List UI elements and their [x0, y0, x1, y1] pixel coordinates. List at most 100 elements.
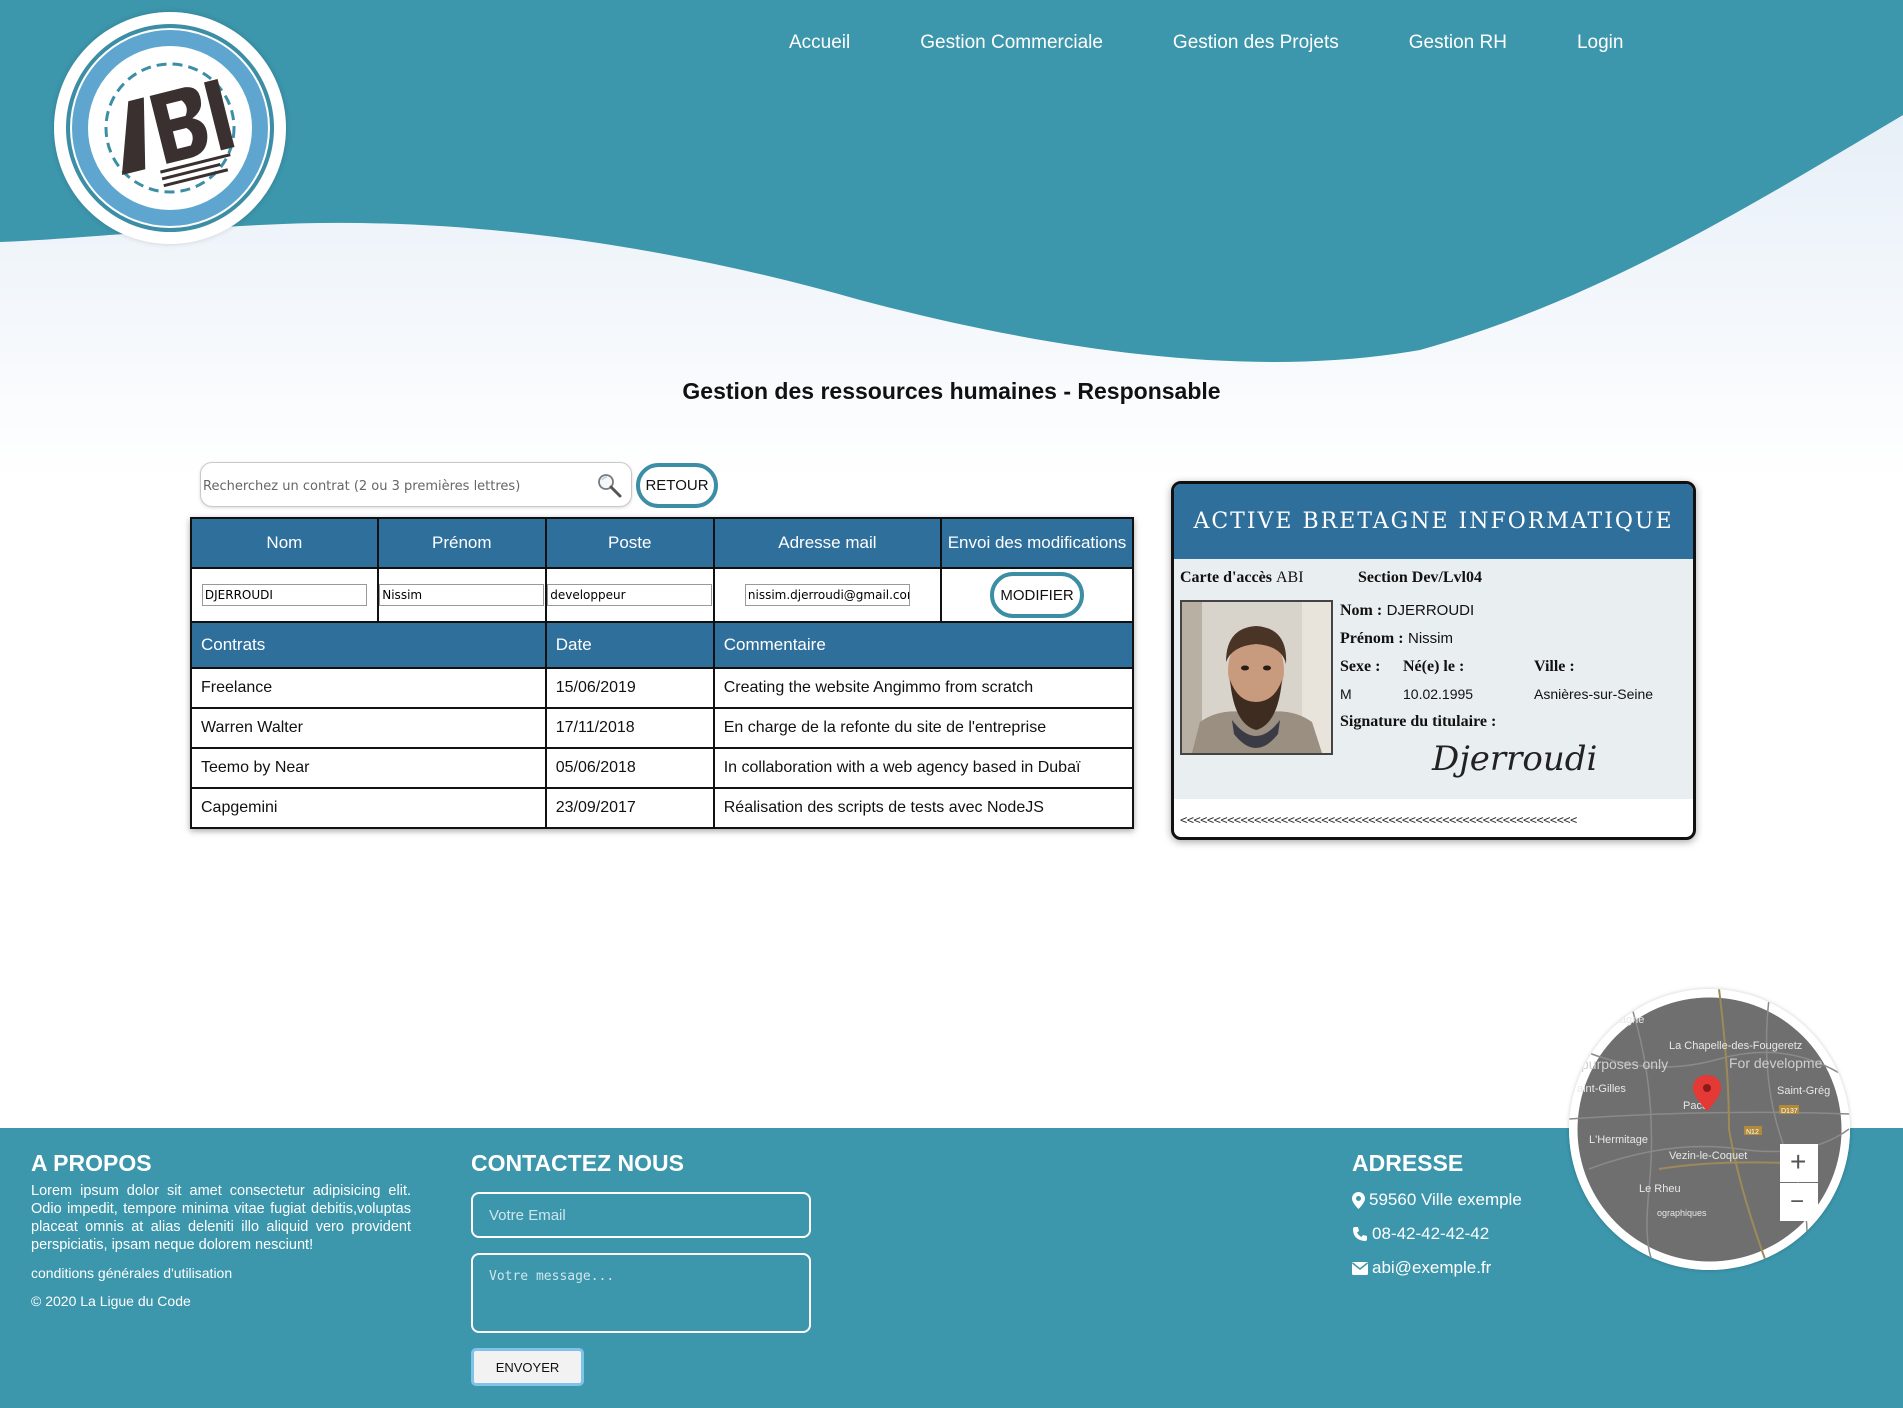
header-prenom: Prénom — [376, 517, 547, 569]
map-label: retagne — [1607, 1014, 1644, 1026]
card-prenom-value: Nissim — [1407, 630, 1453, 647]
poste-input[interactable] — [547, 584, 713, 606]
table-row[interactable]: Freelance 15/06/2019 Creating the websit… — [190, 667, 1135, 709]
about-title: A PROPOS — [31, 1150, 152, 1176]
map-label: aint-Gilles — [1577, 1083, 1626, 1095]
contract-date: 23/09/2017 — [544, 787, 715, 829]
cgu-link[interactable]: conditions générales d'utilisation — [31, 1265, 232, 1281]
contract-name: Warren Walter — [190, 707, 547, 749]
location-map[interactable]: retagne La Chapelle-des-Fougeretz purpos… — [1569, 989, 1850, 1270]
abi-logo[interactable] — [54, 12, 286, 244]
header-date: Date — [544, 621, 715, 669]
header-adresse-mail: Adresse mail — [712, 517, 943, 569]
contact-email-field[interactable] — [471, 1192, 811, 1238]
contract-comment: Creating the website Angimmo from scratc… — [712, 667, 1135, 709]
card-photo — [1180, 600, 1333, 755]
card-signature: Djerroudi — [1432, 739, 1598, 779]
envelope-icon — [1352, 1261, 1368, 1275]
header-envoi-modifications: Envoi des modifications — [940, 517, 1134, 569]
map-label: L'Hermitage — [1589, 1134, 1648, 1146]
address-phone-text[interactable]: 08-42-42-42-42 — [1372, 1224, 1489, 1244]
address-email: abi@exemple.fr — [1352, 1258, 1491, 1278]
table-row[interactable]: Warren Walter 17/11/2018 En charge de la… — [190, 707, 1135, 749]
contract-name: Teemo by Near — [190, 747, 547, 789]
card-access-text: Carte d'accès — [1180, 569, 1272, 586]
abi-logo-image — [58, 16, 282, 240]
portrait-image — [1182, 602, 1331, 753]
prenom-cell — [376, 567, 547, 623]
card-ne-label: Né(e) le : — [1403, 658, 1465, 675]
modifier-button[interactable]: MODIFIER — [990, 572, 1085, 618]
search-input[interactable] — [203, 475, 583, 497]
zoom-out-label: − — [1790, 1188, 1804, 1215]
email-input[interactable] — [744, 584, 910, 606]
contract-comment: In collaboration with a web agency based… — [712, 747, 1135, 789]
header-nom: Nom — [190, 517, 379, 569]
card-nom-value: DJERROUDI — [1386, 602, 1475, 619]
card-access-org: ABI — [1275, 569, 1304, 586]
phone-icon — [1353, 1227, 1367, 1241]
contract-name: Freelance — [190, 667, 547, 709]
search-icon[interactable] — [595, 471, 623, 499]
contact-message-field[interactable] — [471, 1253, 811, 1333]
address-location-text: 59560 Ville exemple — [1369, 1190, 1522, 1209]
poste-cell — [544, 567, 715, 623]
zoom-out-button[interactable]: − — [1780, 1183, 1818, 1221]
card-body: Carte d'accès ABI Section Dev/Lvl04 Nom … — [1174, 559, 1693, 799]
map-label: ographiques — [1657, 1208, 1707, 1218]
address-phone: 08-42-42-42-42 — [1352, 1224, 1489, 1244]
map-label: For developme — [1729, 1055, 1823, 1071]
card-prenom-label: Prénom : — [1340, 630, 1404, 647]
copyright: © 2020 La Ligue du Code — [31, 1293, 191, 1309]
main-nav: Accueil Gestion Commerciale Gestion des … — [789, 32, 1693, 54]
retour-button[interactable]: RETOUR — [636, 463, 718, 508]
nav-login[interactable]: Login — [1577, 32, 1624, 54]
card-signature-label: Signature du titulaire : — [1340, 713, 1497, 730]
zoom-in-label: + — [1790, 1146, 1806, 1177]
table-row[interactable]: Teemo by Near 05/06/2018 In collaboratio… — [190, 747, 1135, 789]
employee-header-row: Nom Prénom Poste Adresse mail Envoi des … — [190, 517, 1134, 569]
page-title: Gestion des ressources humaines - Respon… — [682, 378, 1221, 404]
modifier-cell: MODIFIER — [940, 567, 1134, 623]
address-location: 59560 Ville exemple — [1352, 1190, 1522, 1210]
card-ville-value: Asnières-sur-Seine — [1534, 686, 1654, 702]
table-row[interactable]: Capgemini 23/09/2017 Réalisation des scr… — [190, 787, 1135, 829]
zoom-in-button[interactable]: + — [1780, 1144, 1818, 1182]
about-text: Lorem ipsum dolor sit amet consectetur a… — [31, 1183, 411, 1253]
prenom-input[interactable] — [379, 584, 545, 606]
map-marker-icon — [1352, 1191, 1365, 1209]
map-label: Le Rheu — [1639, 1183, 1681, 1195]
card-sexe-value: M — [1340, 686, 1352, 702]
map-label: Vezin-le-Coquet — [1669, 1150, 1747, 1162]
map-image[interactable]: retagne La Chapelle-des-Fougeretz purpos… — [1569, 989, 1850, 1270]
card-prenom-row: Prénom : Nissim — [1340, 630, 1453, 648]
card-nom-row: Nom : DJERROUDI — [1340, 602, 1474, 620]
contract-name: Capgemini — [190, 787, 547, 829]
fullscreen-control[interactable] — [1785, 1004, 1797, 1016]
send-button[interactable]: ENVOYER — [471, 1348, 584, 1386]
contract-date: 15/06/2019 — [544, 667, 715, 709]
header-contrats: Contrats — [190, 621, 547, 669]
card-access-label: Carte d'accès ABI — [1180, 569, 1304, 587]
search-box — [200, 462, 632, 507]
address-email-text[interactable]: abi@exemple.fr — [1372, 1258, 1491, 1278]
nav-gestion-rh[interactable]: Gestion RH — [1409, 32, 1507, 54]
card-ne-value: 10.02.1995 — [1403, 686, 1474, 702]
road-label: D137 — [1781, 1108, 1798, 1115]
nom-cell — [190, 567, 379, 623]
contract-date: 05/06/2018 — [544, 747, 715, 789]
access-card: ACTIVE BRETAGNE INFORMATIQUE Carte d'acc… — [1171, 481, 1696, 840]
card-header: ACTIVE BRETAGNE INFORMATIQUE — [1174, 484, 1693, 559]
contract-comment: En charge de la refonte du site de l'ent… — [712, 707, 1135, 749]
nav-gestion-projets[interactable]: Gestion des Projets — [1173, 32, 1339, 54]
contact-title: CONTACTEZ NOUS — [471, 1150, 684, 1176]
nav-gestion-commerciale[interactable]: Gestion Commerciale — [920, 32, 1103, 54]
employee-table: Nom Prénom Poste Adresse mail Envoi des … — [190, 517, 1135, 829]
employee-edit-row: MODIFIER — [190, 567, 1134, 623]
contract-date: 17/11/2018 — [544, 707, 715, 749]
card-mrz-line: <<<<<<<<<<<<<<<<<<<<<<<<<<<<<<<<<<<<<<<<… — [1180, 813, 1577, 827]
email-cell — [712, 567, 943, 623]
nom-input[interactable] — [201, 584, 367, 606]
nav-accueil[interactable]: Accueil — [789, 32, 850, 54]
contracts-header-row: Contrats Date Commentaire — [190, 621, 1135, 669]
